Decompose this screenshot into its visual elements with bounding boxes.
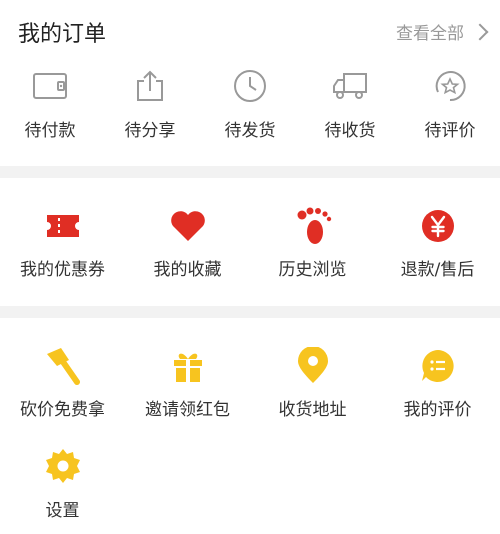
order-pending-share-label: 待分享 <box>124 121 176 141</box>
bargain-free[interactable]: 砍价免费拿 <box>0 338 125 438</box>
my-coupons-label: 我的优惠券 <box>20 260 105 280</box>
location-pin-icon <box>293 346 333 386</box>
refund-aftersale-label: 退款/售后 <box>400 260 475 280</box>
browse-history[interactable]: 历史浏览 <box>250 198 375 298</box>
shipping-address-label: 收货地址 <box>278 400 347 420</box>
settings-label: 设置 <box>45 501 80 521</box>
clock-icon <box>230 66 270 106</box>
my-favorites-label: 我的收藏 <box>153 260 222 280</box>
my-reviews[interactable]: 我的评价 <box>375 338 500 438</box>
my-coupons[interactable]: 我的优惠券 <box>0 198 125 298</box>
my-reviews-label: 我的评价 <box>403 400 472 420</box>
page-title: 我的订单 <box>18 22 107 47</box>
yuan-icon <box>418 206 458 246</box>
order-pending-receipt-label: 待收货 <box>324 121 376 141</box>
share-icon <box>130 66 170 106</box>
orders-header: 我的订单 查看全部 <box>0 0 500 60</box>
footprint-icon <box>293 206 333 246</box>
order-pending-review[interactable]: 待评价 <box>400 60 500 160</box>
orders-card: 我的订单 查看全部 待付款 待分享 待发货 待收货 待评价 <box>0 0 500 166</box>
heart-icon <box>168 206 208 246</box>
my-favorites[interactable]: 我的收藏 <box>125 198 250 298</box>
order-pending-payment-label: 待付款 <box>24 121 76 141</box>
refund-aftersale[interactable]: 退款/售后 <box>375 198 500 298</box>
order-pending-payment[interactable]: 待付款 <box>0 60 100 160</box>
chevron-right-icon <box>471 23 489 40</box>
settings[interactable]: 设置 <box>0 438 125 534</box>
services-row: 我的优惠券 我的收藏 历史浏览 退款/售后 <box>0 198 500 298</box>
comment-bubble-icon <box>418 346 458 386</box>
order-pending-share[interactable]: 待分享 <box>100 60 200 160</box>
tools-card: 砍价免费拿 邀请领红包 收货地址 我的评价 设置 <box>0 318 500 534</box>
order-pending-shipment[interactable]: 待发货 <box>200 60 300 160</box>
gift-icon <box>168 346 208 386</box>
coupon-icon <box>43 206 83 246</box>
wallet-icon <box>30 66 70 106</box>
review-star-icon <box>430 66 470 106</box>
order-pending-shipment-label: 待发货 <box>224 121 276 141</box>
order-pending-receipt[interactable]: 待收货 <box>300 60 400 160</box>
view-all-orders-link[interactable]: 查看全部 <box>396 19 489 44</box>
invite-red-packet-label: 邀请领红包 <box>145 400 230 420</box>
shipping-address[interactable]: 收货地址 <box>250 338 375 438</box>
view-all-label: 查看全部 <box>396 24 464 44</box>
axe-icon <box>43 346 83 386</box>
services-card: 我的优惠券 我的收藏 历史浏览 退款/售后 <box>0 178 500 306</box>
tools-row-1: 砍价免费拿 邀请领红包 收货地址 我的评价 <box>0 338 500 438</box>
invite-red-packet[interactable]: 邀请领红包 <box>125 338 250 438</box>
order-pending-review-label: 待评价 <box>424 121 476 141</box>
gear-icon <box>43 446 83 486</box>
truck-icon <box>330 66 370 106</box>
order-status-row: 待付款 待分享 待发货 待收货 待评价 <box>0 60 500 160</box>
tools-row-2: 设置 <box>0 438 500 534</box>
